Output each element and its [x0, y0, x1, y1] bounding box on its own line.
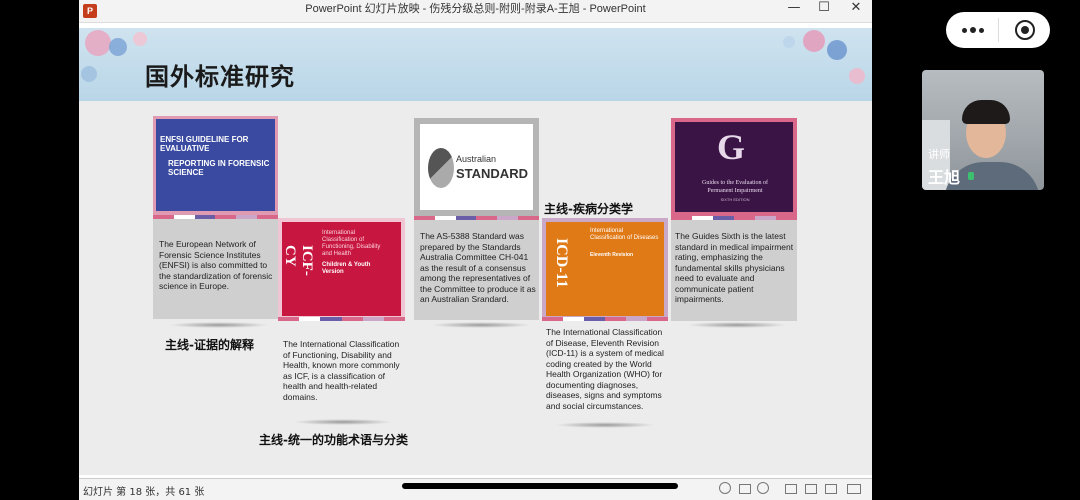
icf-cover-subtitle2: Children & Youth Version: [322, 262, 371, 275]
status-bar: 幻灯片 第 18 张，共 61 张: [79, 478, 872, 500]
icd-cover-subtitle: International Classification of Diseases: [590, 228, 659, 241]
as-logo-line2: STANDARD: [456, 166, 528, 181]
presenter-role: 讲师: [928, 148, 950, 161]
normal-view-icon[interactable]: [785, 484, 797, 494]
shadow: [431, 322, 531, 328]
shadow: [169, 322, 269, 328]
icf-cover-subtitle: International Classification of Function…: [322, 230, 381, 257]
guides-cover-frame: G Guides to the Evaluation of Permanent …: [671, 118, 797, 216]
flower-decoration: [849, 68, 865, 84]
icd-cover: ICD-11 International Classification of D…: [546, 222, 664, 316]
powerpoint-icon: P: [83, 4, 97, 18]
previous-slide-icon[interactable]: [719, 482, 731, 494]
slide-sorter-icon[interactable]: [805, 484, 817, 494]
label-evidence-interpretation: 主线-证据的解释: [165, 338, 254, 352]
guides-cover: G Guides to the Evaluation of Permanent …: [675, 122, 793, 212]
flower-decoration: [109, 38, 127, 56]
icf-cover-title: ICF-CY: [282, 245, 315, 276]
icd-cover-title: ICD-11: [553, 238, 570, 288]
slide-counter: 幻灯片 第 18 张，共 61 张: [83, 487, 205, 498]
guides-description: The Guides Sixth is the latest standard …: [675, 231, 794, 304]
dot-icon: [970, 27, 976, 33]
mic-icon: [968, 172, 974, 180]
enfsi-cover-frame: ENFSI GUIDELINE FOR EVALUATIVE REPORTING…: [153, 116, 278, 216]
flower-decoration: [803, 30, 825, 52]
enfsi-card: The European Network of Forensic Science…: [153, 219, 278, 319]
australian-standard-logo-icon: [428, 148, 454, 188]
next-slide-icon[interactable]: [757, 482, 769, 494]
presenter-hair: [962, 100, 1010, 124]
dot-icon: [962, 28, 967, 33]
as-cover-frame: Australian STANDARD: [414, 118, 539, 216]
label-functional-terminology: 主线-统一的功能术语与分类: [259, 433, 408, 447]
slide-title: 国外标准研究: [145, 63, 295, 91]
as-logo-line1: Australian: [456, 154, 497, 164]
icd-cover-frame: ICD-11 International Classification of D…: [542, 218, 668, 320]
dot-icon: [979, 28, 984, 33]
home-indicator[interactable]: [402, 483, 678, 489]
flower-decoration: [81, 66, 97, 82]
icf-cover-frame: ICF-CY International Classification of F…: [278, 218, 405, 320]
guides-cover-line2: Permanent Impairment: [707, 188, 763, 194]
as-card: The AS-5388 Standard was prepared by the…: [414, 220, 539, 320]
presenter-video[interactable]: 讲师 王旭: [922, 70, 1044, 190]
shadow: [687, 322, 787, 328]
color-stripe: [278, 317, 406, 321]
color-stripe: [542, 317, 668, 321]
record-icon: [1015, 20, 1035, 40]
slideshow-view-icon[interactable]: [847, 484, 861, 494]
as-description: The AS-5388 Standard was prepared by the…: [420, 231, 536, 304]
icd-cover-subtitle2: Eleventh Revision: [590, 252, 634, 258]
close-button[interactable]: ✕: [841, 0, 871, 22]
minimize-button[interactable]: —: [779, 0, 809, 22]
more-options-button[interactable]: [946, 12, 1050, 48]
pause-icon[interactable]: [739, 484, 751, 494]
label-disease-taxonomy: 主线-疾病分类学: [544, 202, 633, 216]
reading-view-icon[interactable]: [825, 484, 837, 494]
enfsi-cover-line2: REPORTING IN FORENSIC SCIENCE: [168, 159, 270, 177]
guides-cover-letter: G: [716, 127, 745, 167]
guides-cover-line3: SIXTH EDITION: [720, 197, 750, 202]
divider: [998, 18, 999, 42]
flower-decoration: [827, 40, 847, 60]
guides-cover-line1: Guides to the Evaluation of: [702, 180, 768, 186]
record-icon-center: [1021, 26, 1029, 34]
enfsi-cover-line1: ENFSI GUIDELINE FOR EVALUATIVE: [160, 135, 249, 153]
slide[interactable]: 国外标准研究 ENFSI GUIDELINE FOR EVALUATIVE RE…: [79, 28, 872, 475]
flower-decoration: [85, 30, 111, 56]
icf-cover: ICF-CY International Classification of F…: [282, 222, 401, 316]
guides-card: The Guides Sixth is the latest standard …: [671, 220, 797, 321]
enfsi-description: The European Network of Forensic Science…: [159, 239, 273, 291]
flower-decoration: [133, 32, 147, 46]
icd-description: The International Classification of Dise…: [546, 327, 664, 411]
as-cover: Australian STANDARD: [420, 124, 533, 210]
powerpoint-window: PowerPoint 幻灯片放映 - 伤残分级总则-附则-附录A-王旭 - Po…: [79, 0, 872, 500]
flower-decoration: [783, 36, 795, 48]
enfsi-cover: ENFSI GUIDELINE FOR EVALUATIVE REPORTING…: [156, 119, 275, 211]
presenter-name: 王旭: [928, 168, 961, 187]
icf-description: The International Classification of Func…: [283, 339, 400, 402]
window-title: PowerPoint 幻灯片放映 - 伤残分级总则-附则-附录A-王旭 - Po…: [305, 3, 646, 15]
shadow: [555, 422, 655, 428]
maximize-button[interactable]: ☐: [809, 0, 839, 22]
shadow: [293, 419, 393, 425]
title-bar[interactable]: PowerPoint 幻灯片放映 - 伤残分级总则-附则-附录A-王旭 - Po…: [79, 0, 872, 23]
